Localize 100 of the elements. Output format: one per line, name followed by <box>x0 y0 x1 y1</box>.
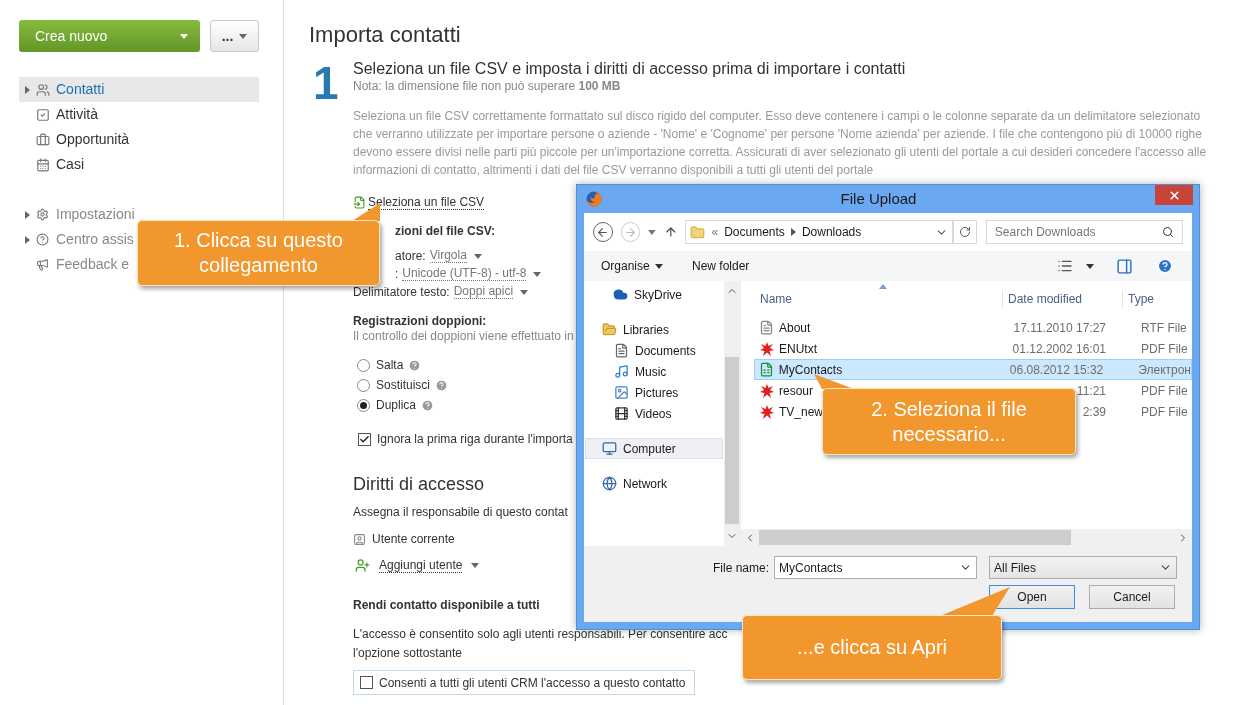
step-number: 1 <box>312 61 340 105</box>
nav-tree-item[interactable]: Music <box>584 361 724 382</box>
nav-tree-item[interactable]: Computer <box>585 438 723 459</box>
section-heading: Diritti di accesso <box>353 473 485 495</box>
vertical-scrollbar[interactable] <box>724 281 740 546</box>
help-icon <box>408 358 422 372</box>
setting-value-dropdown[interactable]: Virgola <box>429 249 467 263</box>
up-arrow-icon[interactable] <box>663 225 678 239</box>
share-heading: Rendi contatto disponibile a tutti <box>353 598 540 613</box>
checkbox-icon <box>36 107 50 122</box>
search-field[interactable]: Search Downloads <box>985 220 1183 244</box>
nav-tree-item[interactable]: Libraries <box>585 319 723 340</box>
checkbox[interactable] <box>358 432 371 446</box>
sort-icon <box>879 284 887 289</box>
file-name-field[interactable]: MyContacts <box>774 556 978 579</box>
hint-tooltip: 1. Clicca su questo collegamento <box>137 220 380 286</box>
assign-text: Assegna il responsabile di questo contat <box>353 505 568 520</box>
radio-button[interactable] <box>357 398 370 412</box>
file-date: 11:21 <box>1076 382 1106 400</box>
file-name: ENUtxt <box>779 340 817 358</box>
column-header[interactable]: Type <box>1122 290 1192 308</box>
radio-button[interactable] <box>357 358 370 372</box>
caret-icon <box>239 33 248 39</box>
file-name: About <box>779 319 811 337</box>
user-icon <box>353 532 366 546</box>
preview-pane-icon[interactable] <box>1116 257 1133 275</box>
nav-item[interactable]: Impostazioni <box>19 202 137 227</box>
file-name: TV_new <box>779 403 824 421</box>
setting-label: Delimitatore testo: <box>353 284 450 301</box>
page-title: Importa contatti <box>309 21 462 49</box>
radio-button[interactable] <box>357 378 370 392</box>
image-icon <box>614 385 629 400</box>
nav-tree-item[interactable]: Network <box>585 473 723 494</box>
caret-icon <box>654 263 663 269</box>
file-date: 01.12.2002 16:01 <box>1012 340 1106 358</box>
duplicates-note: Il controllo dei doppioni viene effettuato in <box>353 329 574 344</box>
dialog-button[interactable]: Cancel <box>1089 585 1175 609</box>
view-list-icon[interactable] <box>1057 258 1073 274</box>
file-row[interactable]: About 17.11.2010 17:27 RTF File <box>754 317 1192 338</box>
more-button[interactable]: ... <box>210 20 259 52</box>
forward-arrow-icon <box>623 225 637 239</box>
description: Seleziona un file CSV correttamente formattato sul disco rigido del computer. Esso deve contenere i campi o le colonne separate da un delimitatore selezionato che verranno utilizzate per importare persone o aziende - 'Nome' e 'Cognome' per persone 'Nome azienda' per aziende. I file che contengono più di 10000 righe devono essere divisi nelle parti più piccole per un'importazione corretta. Assicurati di aver selezionato gli utenti del portale a cui desideri concedere l'accesso alle informazioni di contatto, altrimenti i dati del file CSV verranno disponibili a tutti gli utenti del portale <box>353 108 1208 179</box>
file-row[interactable]: MyContacts 06.08.2012 15:32 Электрон <box>754 359 1192 380</box>
breadcrumb-item[interactable]: Downloads <box>801 223 862 241</box>
setting-value-dropdown[interactable]: Unicode (UTF-8) - utf-8 <box>402 267 527 281</box>
nav-tree-item[interactable]: Videos <box>584 403 724 424</box>
briefcase-icon <box>36 132 50 147</box>
help-icon <box>36 233 49 246</box>
nav-item[interactable]: Feedback e <box>19 252 132 277</box>
file-name-label: File name: <box>713 559 770 577</box>
caret-icon <box>533 271 542 277</box>
nav-item[interactable]: Casi <box>19 152 259 177</box>
nav-item[interactable]: Contatti <box>19 77 259 102</box>
add-user-link[interactable]: Aggiungi utente <box>379 558 463 573</box>
browser-logo-icon <box>586 191 602 207</box>
globe-icon <box>602 476 617 491</box>
caret-icon <box>1086 263 1094 269</box>
column-header[interactable]: Date modified <box>1002 290 1122 308</box>
nav-item[interactable]: Centro assis <box>19 227 136 252</box>
file-name: MyContacts <box>778 361 843 379</box>
file-row[interactable]: ENUtxt 01.12.2002 16:01 PDF File <box>754 338 1192 359</box>
folder-icon <box>690 224 706 240</box>
setting-label: atore: <box>395 248 426 265</box>
splat-icon <box>758 403 775 420</box>
current-user: Utente corrente <box>372 531 455 548</box>
size-note: Nota: la dimensione file non può superare 100 MB <box>353 79 622 93</box>
share-text: l'opzione sottostante <box>353 645 463 662</box>
help-icon[interactable] <box>1157 258 1173 274</box>
help-icon <box>435 378 449 392</box>
close-button[interactable] <box>1155 185 1193 205</box>
document-icon <box>759 320 774 335</box>
people-icon <box>36 82 50 97</box>
caret-icon <box>473 253 482 259</box>
toolbar-button[interactable]: New folder <box>692 257 750 275</box>
settings-icon <box>36 208 49 221</box>
setting-value-dropdown[interactable]: Doppi apici <box>453 285 514 299</box>
nav-tree-item[interactable]: Pictures <box>584 382 724 403</box>
file-type: PDF File <box>1141 403 1188 421</box>
spreadsheet-icon <box>758 362 774 377</box>
film-icon <box>614 406 629 421</box>
horizontal-scrollbar[interactable] <box>741 529 1192 546</box>
nav-item[interactable]: Attività <box>19 102 259 127</box>
monitor-icon <box>602 441 617 456</box>
setting-label: : <box>395 266 399 283</box>
radio-label: Salta <box>376 357 404 374</box>
caret-icon <box>471 563 480 568</box>
file-type-select[interactable]: All Files <box>989 556 1178 579</box>
address-bar[interactable]: « Documents Downloads <box>685 220 954 244</box>
nav-tree-item[interactable]: SkyDrive <box>585 284 723 305</box>
nav-tree-item[interactable]: Documents <box>584 340 724 361</box>
checkbox-label: Ignora la prima riga durante l'importa <box>377 431 573 448</box>
separator-icon <box>790 228 796 236</box>
breadcrumb-item[interactable]: « <box>711 223 719 241</box>
nav-item[interactable]: Opportunità <box>19 127 259 152</box>
column-header[interactable]: Name <box>741 290 1002 308</box>
expand-icon <box>25 210 30 219</box>
toolbar-button[interactable]: Organise <box>601 257 692 275</box>
breadcrumb-item[interactable]: Documents <box>724 223 785 241</box>
checkbox[interactable] <box>360 676 373 689</box>
refresh-button[interactable] <box>953 220 977 244</box>
